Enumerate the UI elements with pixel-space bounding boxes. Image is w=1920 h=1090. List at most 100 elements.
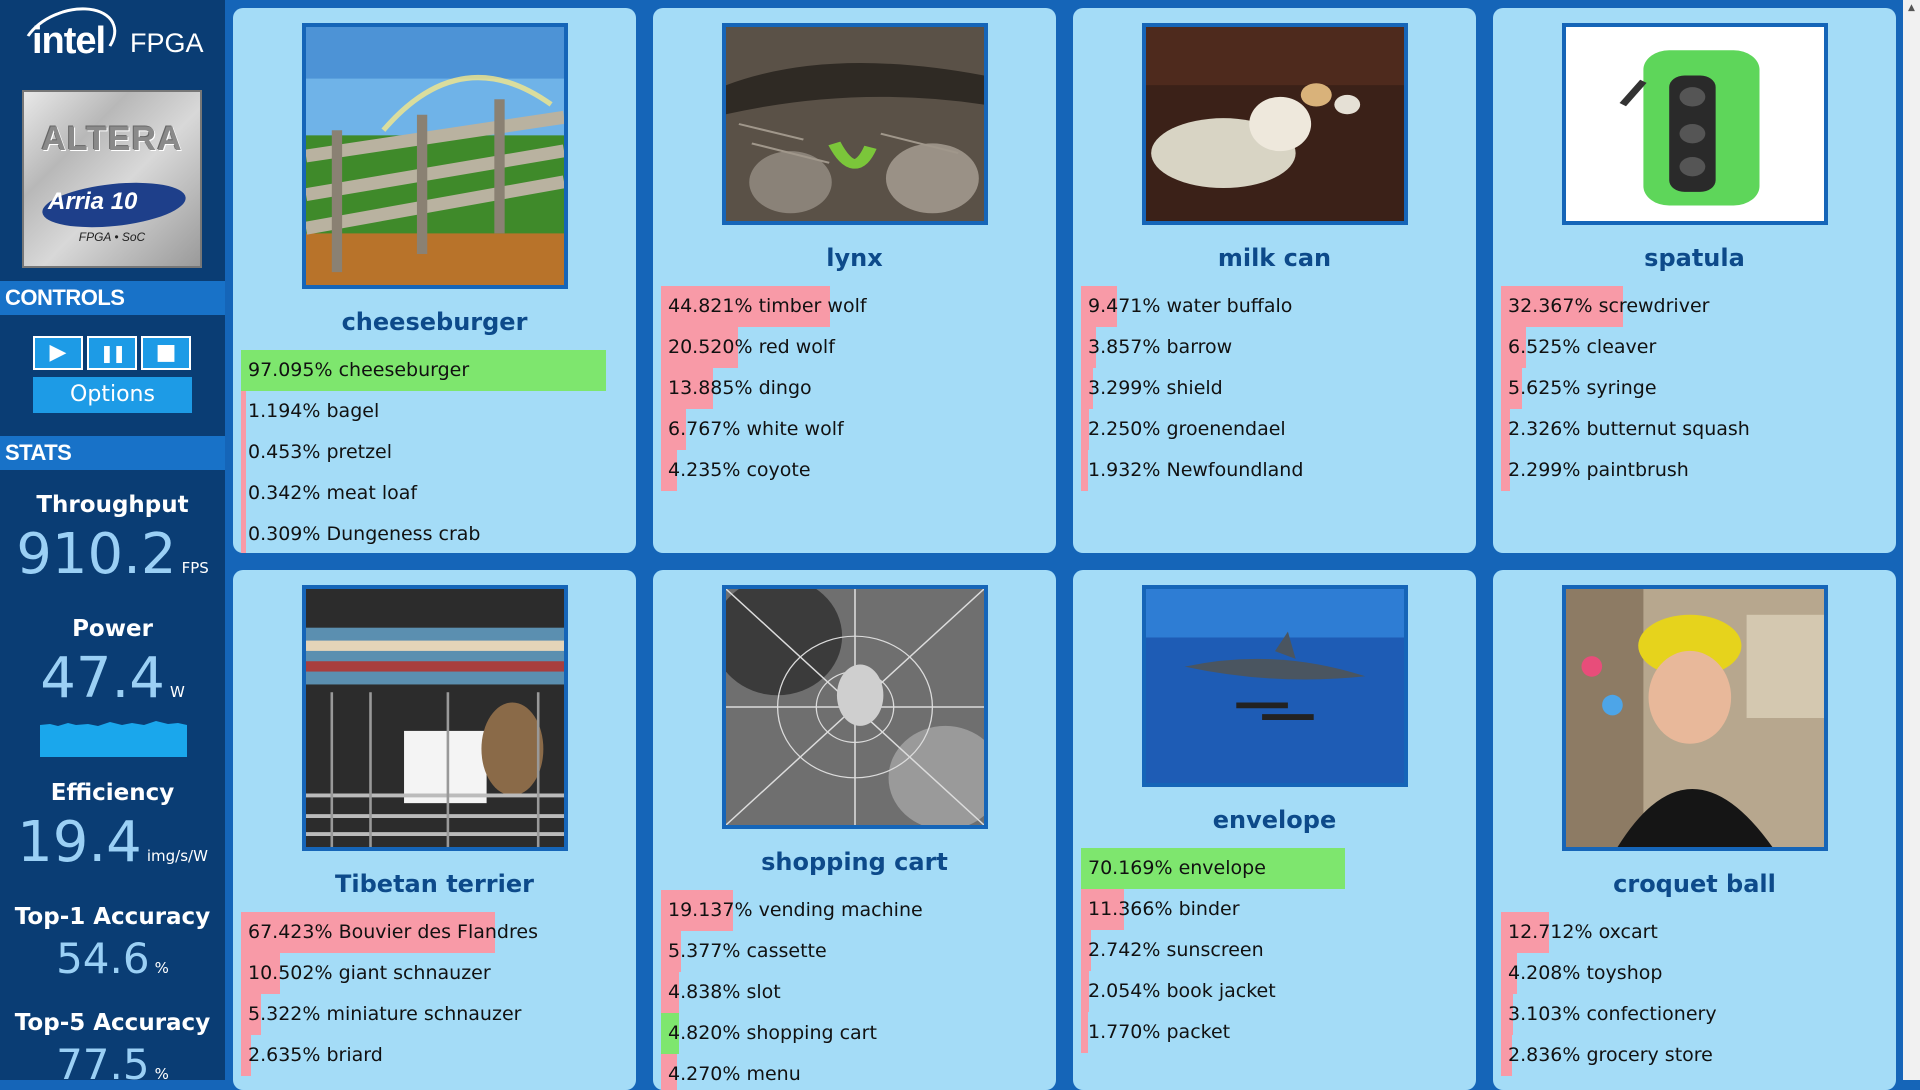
prediction-label: 2.742% sunscreen [1088,939,1264,961]
prediction-row: 4.235% coyote [661,450,1048,491]
prediction-label: 5.377% cassette [668,940,827,962]
prediction-row: 13.885% dingo [661,368,1048,409]
prediction-row: 67.423% Bouvier des Flandres [241,912,628,953]
prediction-row: 5.377% cassette [661,931,1048,972]
prediction-row: 97.095% cheeseburger [241,350,628,391]
prediction-label: 3.857% barrow [1088,336,1233,358]
prediction-row: 4.270% menu [661,1054,1048,1090]
prediction-list: 70.169% envelope 11.366% binder 2.742% sun… [1081,848,1468,1053]
prediction-label: 6.525% cleaver [1508,336,1657,358]
classification-card: Tibetan terrier 67.423% Bouvier des Fland… [233,570,636,1090]
prediction-label: 2.836% grocery store [1508,1044,1713,1066]
prediction-row: 44.821% timber wolf [661,286,1048,327]
throughput-label: Throughput [36,492,189,518]
prediction-label: 5.322% miniature schnauzer [248,1003,522,1025]
classification-card: lynx 44.821% timber wolf 20.520% red wolf 1… [653,8,1056,553]
intel-logo-text: intel [32,20,106,62]
power-value: 47.4 [40,646,165,711]
prediction-label: 2.299% paintbrush [1508,459,1689,481]
throughput-stat: Throughput 910.2 FPS [0,492,225,587]
prediction-row: 0.309% Dungeness crab [241,514,628,553]
prediction-row: 19.137% vending machine [661,890,1048,931]
rodent-in-cage-image [301,585,568,851]
prediction-label: 2.054% book jacket [1088,980,1276,1002]
chip-product-text: Arria 10 [48,188,138,215]
prediction-label: 4.235% coyote [668,459,811,481]
classification-grid: cheeseburger 97.095% cheeseburger 1.194% b… [233,8,1903,1090]
prediction-row: 6.525% cleaver [1501,327,1888,368]
sidebar: intel FPGA ALTERA Arria 10 FPGA • SoC CO… [0,0,225,1080]
prediction-row: 2.742% sunscreen [1081,930,1468,971]
classification-card: spatula 32.367% screwdriver 6.525% cleaver… [1493,8,1896,553]
prediction-list: 12.712% oxcart 4.208% toyshop 3.103% confe… [1501,912,1888,1076]
efficiency-stat: Efficiency 19.4 img/s/W [0,780,225,875]
top5-accuracy-unit: % [154,1065,169,1080]
prediction-row: 11.366% binder [1081,889,1468,930]
prediction-row: 5.322% miniature schnauzer [241,994,628,1035]
card-title: Tibetan terrier [335,870,534,898]
prediction-row: 0.342% meat loaf [241,473,628,514]
scroll-up-arrow-icon[interactable]: ▲ [1903,0,1920,17]
card-title: envelope [1212,806,1337,834]
controls-header: CONTROLS [0,281,225,315]
card-title: croquet ball [1613,870,1776,898]
prediction-row: 20.520% red wolf [661,327,1048,368]
classification-card: shopping cart 19.137% vending machine 5.37… [653,570,1056,1090]
vertical-scrollbar[interactable]: ▲ [1903,0,1920,1080]
prediction-row: 1.770% packet [1081,1012,1468,1053]
stats-header: STATS [0,436,225,470]
fpga-logo-text: FPGA [130,28,204,58]
green-speaker-case-image [1561,23,1828,225]
prediction-list: 97.095% cheeseburger 1.194% bagel 0.453% p… [241,350,628,553]
pause-button[interactable]: ❚❚ [87,336,137,370]
prediction-label: 13.885% dingo [668,377,812,399]
classification-card: cheeseburger 97.095% cheeseburger 1.194% b… [233,8,636,553]
prediction-list: 19.137% vending machine 5.377% cassette 4.… [661,890,1048,1090]
prediction-label: 11.366% binder [1088,898,1240,920]
shark-underwater-image [1141,585,1408,787]
prediction-label: 4.208% toyshop [1508,962,1663,984]
play-button[interactable]: ▶ [33,336,83,370]
throughput-unit: FPS [181,559,209,577]
efficiency-value: 19.4 [17,810,142,875]
power-history-graph [40,721,187,757]
prediction-row: 12.712% oxcart [1501,912,1888,953]
options-button[interactable]: Options [33,377,192,413]
prediction-label: 0.309% Dungeness crab [248,523,481,545]
classification-card: envelope 70.169% envelope 11.366% binder 2.… [1073,570,1476,1090]
prediction-list: 67.423% Bouvier des Flandres 10.502% gian… [241,912,628,1076]
chip-subtitle: FPGA • SoC [78,230,146,244]
prediction-row: 2.326% butternut squash [1501,409,1888,450]
prediction-label: 20.520% red wolf [668,336,835,358]
throughput-value: 910.2 [16,522,177,587]
power-unit: W [169,683,185,701]
prediction-row: 70.169% envelope [1081,848,1468,889]
top1-accuracy-value: 54.6 [56,934,150,983]
top1-accuracy-label: Top-1 Accuracy [14,904,211,930]
dog-on-couch-image [1141,23,1408,225]
prediction-row: 6.767% white wolf [661,409,1048,450]
efficiency-unit: img/s/W [146,847,208,865]
prediction-row: 1.194% bagel [241,391,628,432]
prediction-label: 10.502% giant schnauzer [248,962,491,984]
prediction-row: 5.625% syringe [1501,368,1888,409]
prediction-row: 2.054% book jacket [1081,971,1468,1012]
prediction-row: 4.208% toyshop [1501,953,1888,994]
pause-icon: ❚❚ [99,344,126,364]
prediction-label: 67.423% Bouvier des Flandres [248,921,538,943]
prediction-label: 4.270% menu [668,1063,801,1085]
top5-accuracy-label: Top-5 Accuracy [14,1010,211,1036]
prediction-label: 0.342% meat loaf [248,482,418,504]
prediction-label: 5.625% syringe [1508,377,1657,399]
prediction-row: 2.250% groenendael [1081,409,1468,450]
power-label: Power [72,616,153,642]
top5-accuracy-stat: Top-5 Accuracy 77.5 % [0,1010,225,1080]
intel-fpga-logo: intel FPGA [12,0,220,87]
fence-meadow-rainbow-image [301,23,568,289]
prediction-list: 9.471% water buffalo 3.857% barrow 3.299% … [1081,286,1468,491]
stop-button[interactable]: ■ [141,336,191,370]
prediction-row: 2.836% grocery store [1501,1035,1888,1076]
card-title: milk can [1217,244,1332,272]
prediction-row: 0.453% pretzel [241,432,628,473]
top5-accuracy-value: 77.5 [56,1040,150,1080]
